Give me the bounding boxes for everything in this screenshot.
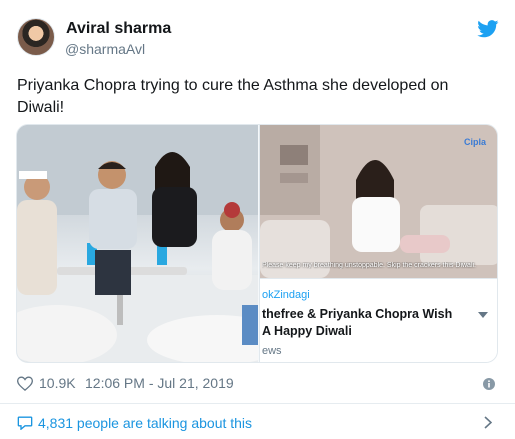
link-card[interactable]: Cipla Please keep my breathing unstoppab… <box>259 125 497 362</box>
like-count[interactable]: 10.9K <box>39 375 76 391</box>
tweet-text: Priyanka Chopra trying to cure the Asthm… <box>17 77 449 116</box>
heart-icon[interactable] <box>17 376 33 391</box>
video-subtitle: Please keep my breathing unstoppable. Sk… <box>262 262 476 269</box>
card-body[interactable]: okZindagi thefree & Priyanka Chopra Wish… <box>260 278 497 362</box>
card-source: okZindagi <box>262 289 310 301</box>
talking-text: 4,831 people are talking about this <box>38 415 253 431</box>
info-icon[interactable] <box>483 378 495 390</box>
comment-icon <box>17 416 33 430</box>
author-handle[interactable]: @sharmaAvl <box>65 41 145 57</box>
card-footer: ews <box>262 345 282 357</box>
tweet-photo[interactable] <box>17 125 258 362</box>
media-container: Cipla Please keep my breathing unstoppab… <box>16 124 498 363</box>
chevron-right-icon <box>484 416 492 429</box>
avatar[interactable] <box>17 18 55 56</box>
author-name[interactable]: Aviral sharma <box>66 20 171 38</box>
timestamp[interactable]: 12:06 PM - Jul 21, 2019 <box>85 375 234 391</box>
embedded-tweet: Aviral sharma @sharmaAvl Priyanka Chopra… <box>0 0 515 439</box>
twitter-bird-icon[interactable] <box>477 20 499 38</box>
brand-logo: Cipla <box>463 137 486 147</box>
chevron-down-icon[interactable] <box>478 312 488 318</box>
card-title: thefree & Priyanka Chopra Wish A Happy D… <box>262 307 453 338</box>
photo-illustration <box>17 125 258 362</box>
conversation-link[interactable]: 4,831 people are talking about this <box>0 404 515 439</box>
card-illustration <box>260 125 497 278</box>
card-image[interactable]: Cipla Please keep my breathing unstoppab… <box>260 125 497 278</box>
